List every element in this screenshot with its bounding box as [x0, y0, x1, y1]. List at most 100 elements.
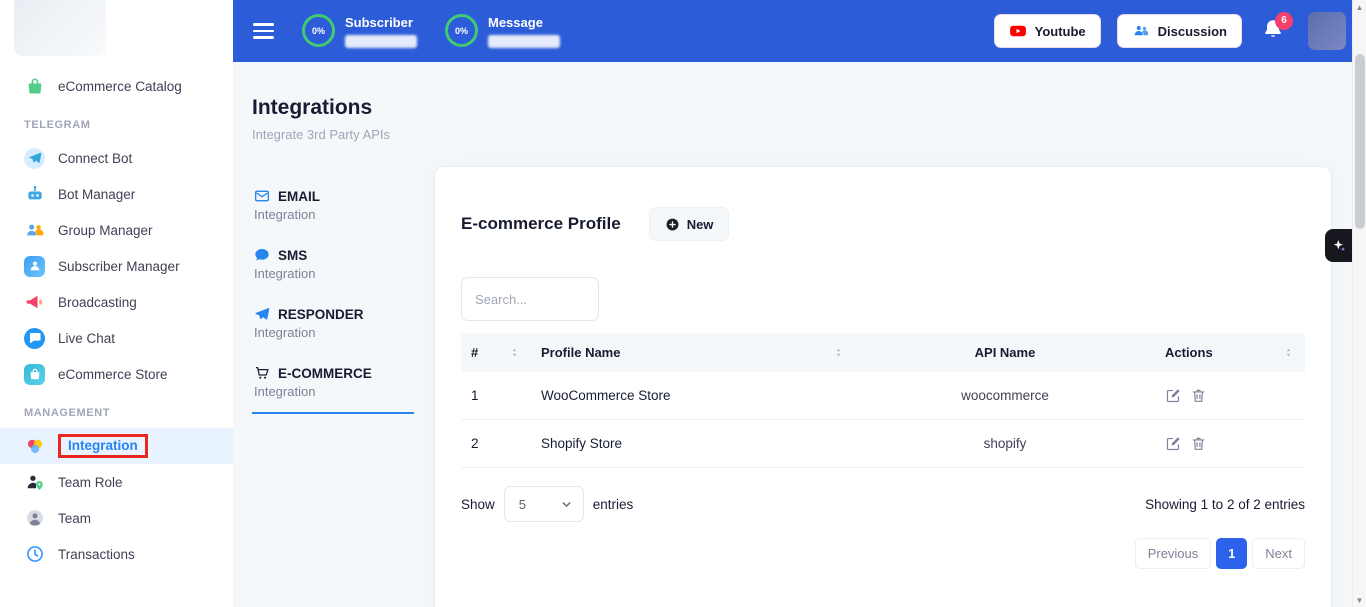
sidebar-item-label: Integration — [58, 434, 148, 458]
table-row: 1 WooCommerce Store woocommerce — [461, 372, 1305, 420]
integration-dots-icon — [24, 436, 45, 457]
cell-profile-name: WooCommerce Store — [531, 372, 855, 420]
sidebar-item-label: eCommerce Store — [58, 367, 168, 382]
subscriber-stat-label: Subscriber — [345, 15, 417, 30]
tab-sms-integration[interactable]: SMS Integration — [252, 237, 414, 296]
team-role-icon — [24, 472, 45, 493]
page-size-select[interactable]: 5 — [504, 486, 584, 522]
tab-ecommerce-integration[interactable]: E-COMMERCE Integration — [252, 355, 414, 414]
cell-index: 2 — [461, 420, 531, 468]
sidebar-item-transactions[interactable]: Transactions — [0, 536, 233, 572]
sidebar: eCommerce Catalog TELEGRAM Connect Bot B… — [0, 0, 233, 607]
tab-email-integration[interactable]: EMAIL Integration — [252, 178, 414, 237]
sort-icon[interactable] — [832, 346, 845, 359]
robot-icon — [24, 184, 45, 205]
subscriber-progress-ring: 0% — [302, 14, 335, 47]
sort-icon[interactable] — [508, 346, 521, 359]
sidebar-section-management: MANAGEMENT — [0, 392, 233, 428]
entries-label: entries — [593, 497, 634, 512]
message-progress-ring: 0% — [445, 14, 478, 47]
page-scrollbar[interactable]: ▲ ▼ — [1352, 0, 1366, 607]
discussion-people-icon — [1132, 22, 1150, 40]
sidebar-item-live-chat[interactable]: Live Chat — [0, 320, 233, 356]
card-title: E-commerce Profile — [461, 214, 621, 234]
tab-sublabel: Integration — [254, 325, 412, 340]
search-input[interactable] — [461, 277, 599, 321]
sparkle-icon — [1331, 238, 1347, 254]
store-bag-icon — [24, 364, 45, 385]
discussion-button[interactable]: Discussion — [1117, 14, 1242, 48]
subscriber-stat: 0% Subscriber — [302, 14, 417, 48]
header-api-name[interactable]: API Name — [855, 333, 1155, 372]
transactions-icon — [24, 544, 45, 565]
header-profile-name[interactable]: Profile Name — [531, 333, 855, 372]
edit-button[interactable] — [1165, 387, 1182, 404]
sidebar-item-subscriber-manager[interactable]: Subscriber Manager — [0, 248, 233, 284]
tab-label: EMAIL — [278, 189, 320, 204]
trash-icon — [1190, 387, 1207, 404]
pagination-page-1-button[interactable]: 1 — [1216, 538, 1247, 569]
cell-api-name: woocommerce — [855, 372, 1155, 420]
tab-responder-integration[interactable]: RESPONDER Integration — [252, 296, 414, 355]
sidebar-item-label: Transactions — [58, 547, 135, 562]
pagination-next-button[interactable]: Next — [1252, 538, 1305, 569]
cell-actions — [1155, 372, 1305, 420]
sidebar-item-integration[interactable]: Integration — [0, 428, 233, 464]
message-stat-label: Message — [488, 15, 560, 30]
sidebar-item-label: Live Chat — [58, 331, 115, 346]
app-root: eCommerce Catalog TELEGRAM Connect Bot B… — [0, 0, 1366, 607]
scrollbar-thumb[interactable] — [1355, 54, 1365, 229]
header-actions[interactable]: Actions — [1155, 333, 1305, 372]
notifications-button[interactable]: 6 — [1262, 18, 1284, 45]
pagination-previous-button[interactable]: Previous — [1135, 538, 1212, 569]
youtube-button-label: Youtube — [1035, 24, 1086, 39]
page-size-value: 5 — [519, 497, 526, 512]
edit-pencil-icon — [1165, 435, 1182, 452]
new-profile-button[interactable]: New — [649, 207, 730, 241]
chevron-down-icon — [560, 498, 573, 511]
sidebar-section-telegram: TELEGRAM — [0, 104, 233, 140]
sidebar-item-broadcasting[interactable]: Broadcasting — [0, 284, 233, 320]
page-size-group: Show 5 entries — [461, 486, 633, 522]
ecommerce-profile-card: E-commerce Profile New — [434, 166, 1332, 607]
delete-button[interactable] — [1190, 435, 1207, 452]
paper-plane-icon — [254, 306, 270, 322]
sidebar-item-label: Team — [58, 511, 91, 526]
edit-button[interactable] — [1165, 435, 1182, 452]
plus-circle-icon — [665, 217, 680, 232]
new-button-label: New — [687, 217, 714, 232]
assistant-floating-button[interactable] — [1325, 229, 1352, 262]
delete-button[interactable] — [1190, 387, 1207, 404]
pagination: Previous 1 Next — [461, 538, 1305, 569]
cell-index: 1 — [461, 372, 531, 420]
top-navbar: 0% Subscriber 0% Message Youtu — [233, 0, 1366, 62]
sidebar-item-ecommerce-catalog[interactable]: eCommerce Catalog — [0, 68, 233, 104]
header-index[interactable]: # — [461, 333, 531, 372]
table-header-row: # Profile Name — [461, 333, 1305, 372]
tab-sublabel: Integration — [254, 384, 412, 399]
scrollbar-down-arrow-icon[interactable]: ▼ — [1353, 593, 1366, 607]
sidebar-item-ecommerce-store[interactable]: eCommerce Store — [0, 356, 233, 392]
page-subtitle: Integrate 3rd Party APIs — [252, 127, 1332, 142]
cell-actions — [1155, 420, 1305, 468]
trash-icon — [1190, 435, 1207, 452]
sidebar-item-group-manager[interactable]: Group Manager — [0, 212, 233, 248]
youtube-button[interactable]: Youtube — [994, 14, 1101, 48]
sidebar-item-team[interactable]: Team — [0, 500, 233, 536]
scrollbar-up-arrow-icon[interactable]: ▲ — [1353, 0, 1366, 14]
sort-icon[interactable] — [1282, 346, 1295, 359]
sidebar-item-connect-bot[interactable]: Connect Bot — [0, 140, 233, 176]
avatar[interactable] — [1308, 12, 1346, 50]
sidebar-item-team-role[interactable]: Team Role — [0, 464, 233, 500]
subscriber-stat-value-redacted — [345, 35, 417, 48]
subscriber-icon — [24, 256, 45, 277]
sms-bubble-icon — [254, 247, 270, 263]
sidebar-item-label: Broadcasting — [58, 295, 137, 310]
sidebar-item-bot-manager[interactable]: Bot Manager — [0, 176, 233, 212]
notification-count-badge: 6 — [1275, 12, 1293, 30]
youtube-icon — [1009, 22, 1027, 40]
tab-sublabel: Integration — [254, 266, 412, 281]
show-label: Show — [461, 497, 495, 512]
menu-icon[interactable] — [253, 23, 274, 39]
page-title: Integrations — [252, 96, 1332, 120]
